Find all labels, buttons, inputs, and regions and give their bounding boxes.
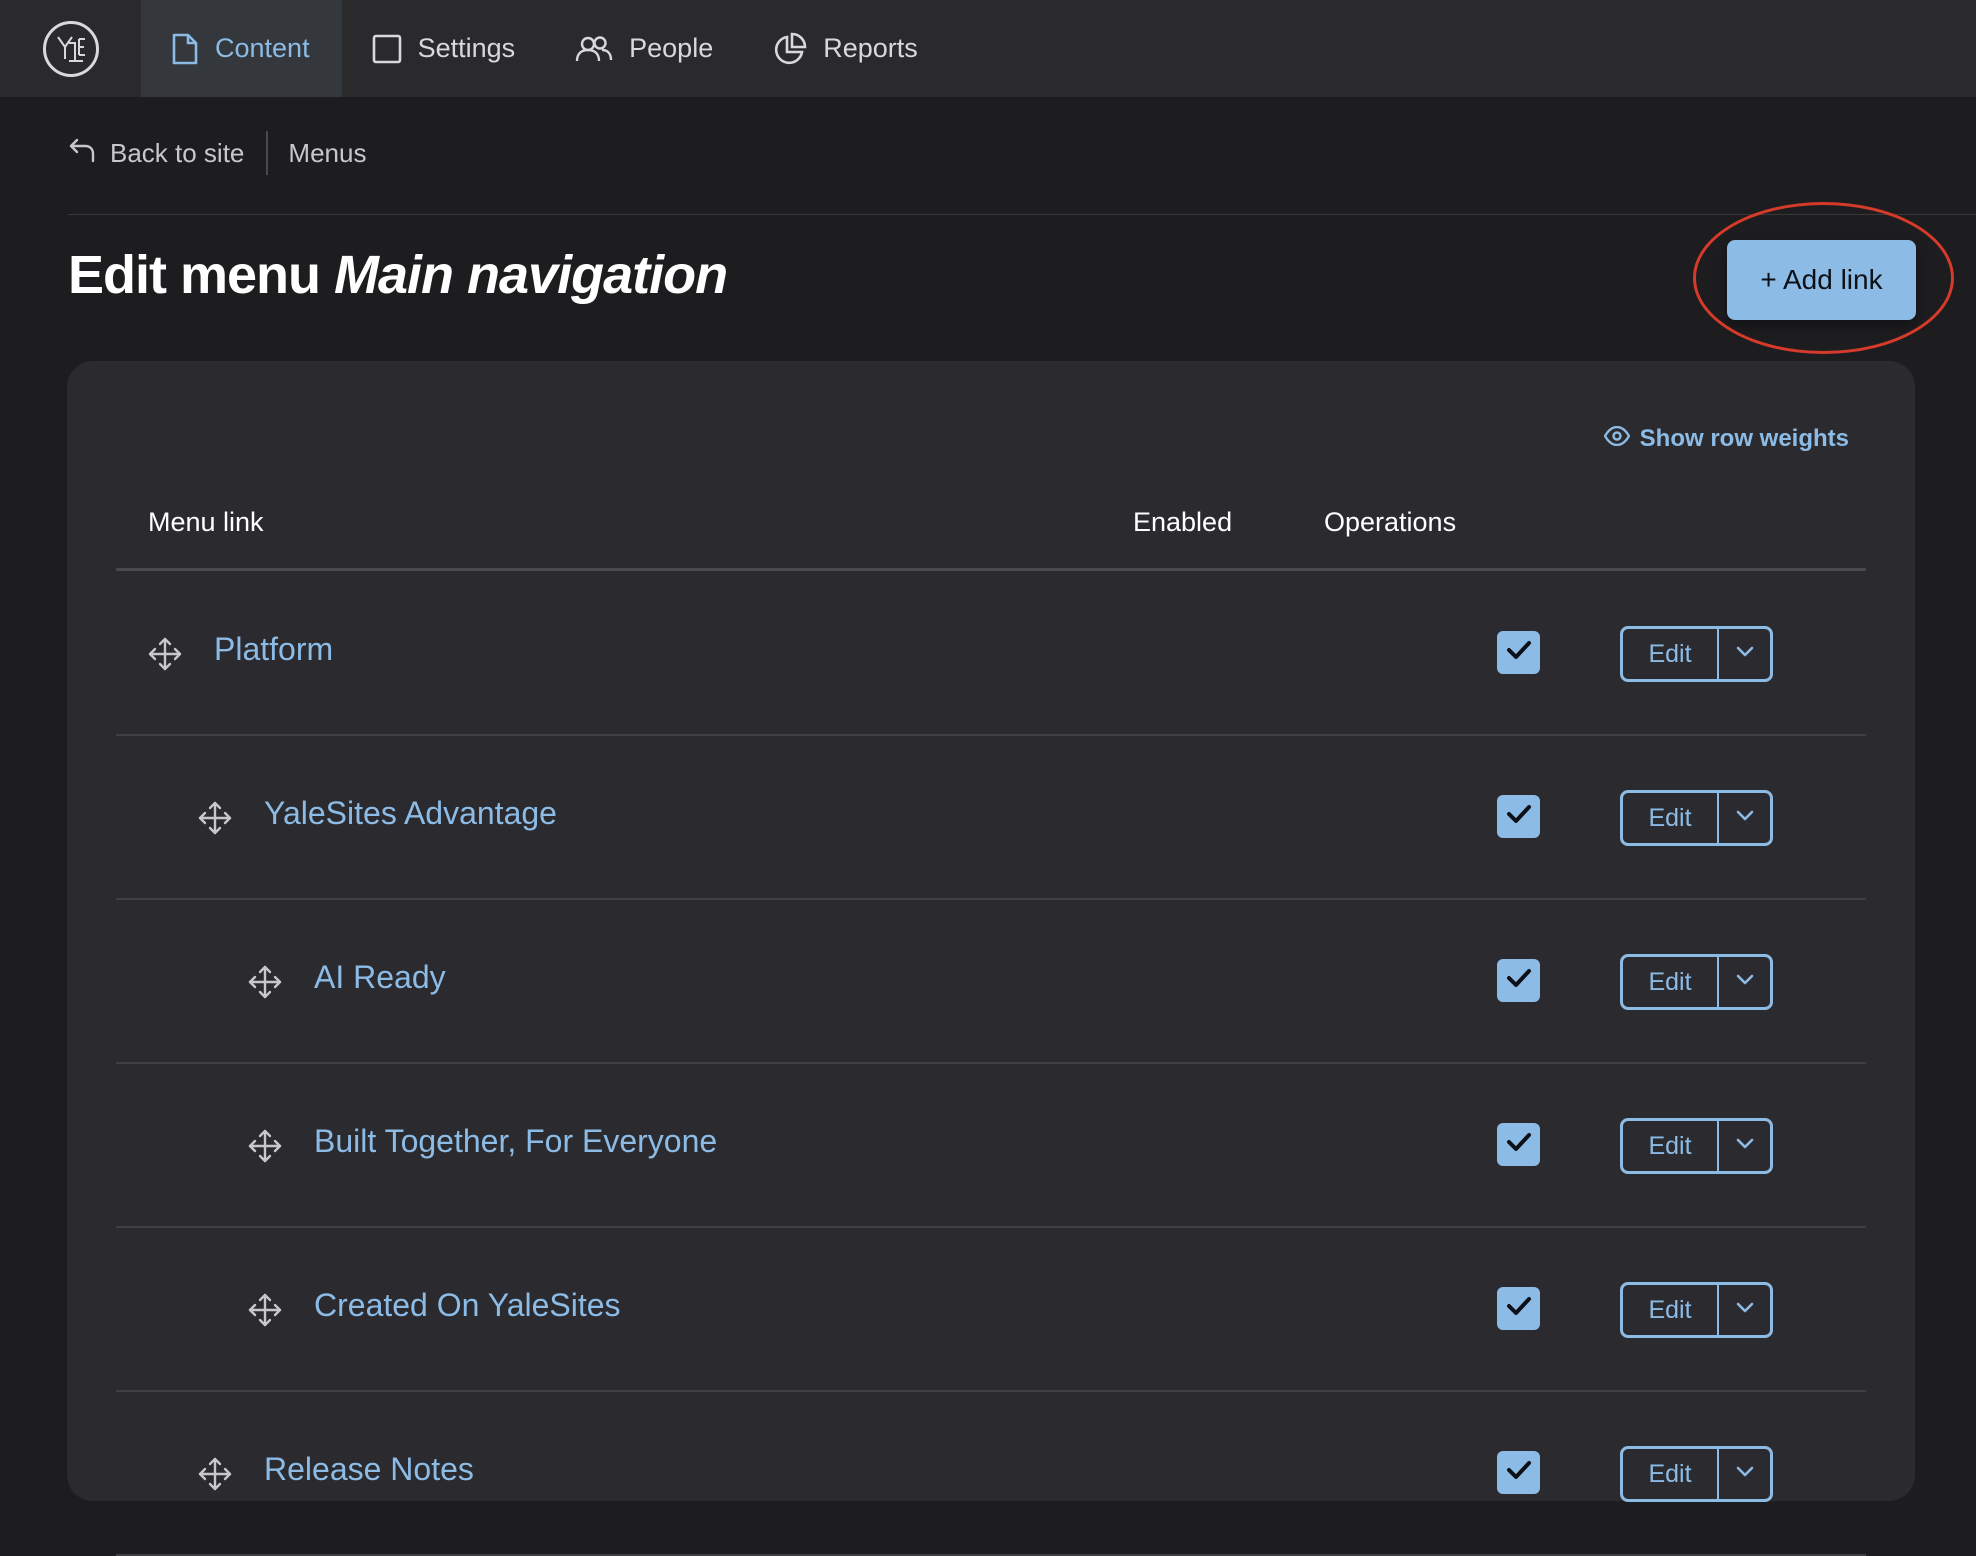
tab-label: Settings	[417, 33, 516, 63]
table-row: AI Ready Edit	[116, 900, 1866, 1064]
tab-label: Reports	[823, 33, 918, 63]
back-to-site-label: Back to site	[110, 137, 245, 168]
table-row: Built Together, For Everyone Edit	[116, 1064, 1866, 1228]
column-header-operations: Operations	[1324, 507, 1457, 537]
enabled-checkbox[interactable]	[1497, 1123, 1540, 1166]
table-header: Menu link Enabled Operations	[116, 451, 1866, 571]
table-row: Created On YaleSites Edit	[116, 1228, 1866, 1392]
chevron-down-icon	[1735, 1137, 1755, 1155]
drag-handle-icon[interactable]	[247, 1292, 283, 1328]
checkmark-icon	[1505, 1458, 1533, 1487]
tab-reports[interactable]: Reports	[743, 0, 948, 97]
top-toolbar: Content Settings People Reports	[0, 0, 1976, 97]
column-header-enabled: Enabled	[1133, 507, 1233, 537]
chevron-down-icon	[1735, 809, 1755, 827]
back-arrow-icon	[68, 137, 96, 170]
tab-people[interactable]: People	[545, 0, 743, 97]
checkmark-icon	[1505, 966, 1533, 995]
enabled-checkbox[interactable]	[1497, 1287, 1540, 1330]
operations-dropbutton: Edit	[1620, 790, 1773, 846]
breadcrumb-separator	[266, 131, 269, 175]
tab-content[interactable]: Content	[141, 0, 342, 97]
enabled-checkbox[interactable]	[1497, 959, 1540, 1002]
operations-dropbutton: Edit	[1620, 1446, 1773, 1502]
menu-link[interactable]: YaleSites Advantage	[264, 795, 557, 832]
operations-toggle[interactable]	[1719, 957, 1770, 1007]
drag-handle-icon[interactable]	[247, 964, 283, 1000]
document-icon	[171, 32, 199, 66]
square-icon	[372, 34, 402, 64]
table-row: Release Notes Edit	[116, 1392, 1866, 1556]
operations-dropbutton: Edit	[1620, 1282, 1773, 1338]
edit-button[interactable]: Edit	[1623, 1121, 1719, 1171]
back-to-site-link[interactable]: Back to site	[68, 137, 244, 170]
operations-toggle[interactable]	[1719, 1285, 1770, 1335]
chevron-down-icon	[1735, 973, 1755, 991]
column-header-menu-link: Menu link	[148, 507, 264, 537]
table-row: Platform Edit	[116, 572, 1866, 736]
site-logo[interactable]	[0, 0, 141, 97]
chevron-down-icon	[1735, 1301, 1755, 1319]
people-icon	[575, 35, 613, 63]
tab-label: Content	[215, 33, 310, 63]
operations-toggle[interactable]	[1719, 1121, 1770, 1171]
operations-dropbutton: Edit	[1620, 1118, 1773, 1174]
add-link-button[interactable]: + Add link	[1727, 240, 1916, 320]
eye-icon	[1603, 425, 1631, 453]
page-title-prefix: Edit menu	[68, 245, 321, 305]
edit-button[interactable]: Edit	[1623, 957, 1719, 1007]
checkmark-icon	[1505, 1294, 1533, 1323]
table-body: Platform Edit YaleSites Advantage Edit AI Re…	[116, 572, 1866, 1556]
checkmark-icon	[1505, 638, 1533, 667]
edit-button[interactable]: Edit	[1623, 793, 1719, 843]
breadcrumb: Back to site Menus	[68, 130, 366, 176]
enabled-checkbox[interactable]	[1497, 631, 1540, 674]
enabled-checkbox[interactable]	[1497, 795, 1540, 838]
drag-handle-icon[interactable]	[247, 1128, 283, 1164]
page-title: Edit menu Main navigation	[68, 244, 728, 306]
breadcrumb-current: Menus	[288, 137, 367, 168]
menu-link[interactable]: Built Together, For Everyone	[314, 1123, 717, 1160]
operations-toggle[interactable]	[1719, 629, 1770, 679]
edit-button[interactable]: Edit	[1623, 1285, 1719, 1335]
menu-link[interactable]: AI Ready	[314, 959, 446, 996]
operations-toggle[interactable]	[1719, 793, 1770, 843]
header-divider	[68, 214, 1976, 215]
enabled-checkbox[interactable]	[1497, 1451, 1540, 1494]
show-row-weights-label: Show row weights	[1639, 425, 1849, 452]
checkmark-icon	[1505, 1130, 1533, 1159]
tab-settings[interactable]: Settings	[342, 0, 546, 97]
drag-handle-icon[interactable]	[147, 636, 183, 672]
pie-chart-icon	[773, 32, 807, 66]
edit-button[interactable]: Edit	[1623, 1449, 1719, 1499]
chevron-down-icon	[1735, 645, 1755, 663]
menu-link[interactable]: Platform	[214, 631, 333, 668]
page-title-menu-name: Main navigation	[334, 245, 728, 305]
chevron-down-icon	[1735, 1465, 1755, 1483]
operations-dropbutton: Edit	[1620, 626, 1773, 682]
menu-table-card: Show row weights Menu link Enabled Opera…	[67, 361, 1915, 1556]
checkmark-icon	[1505, 802, 1533, 831]
menu-link[interactable]: Release Notes	[264, 1451, 474, 1488]
table-row: YaleSites Advantage Edit	[116, 736, 1866, 900]
yale-logo-icon	[42, 20, 99, 77]
drag-handle-icon[interactable]	[197, 1456, 233, 1492]
operations-dropbutton: Edit	[1620, 954, 1773, 1010]
drag-handle-icon[interactable]	[197, 800, 233, 836]
operations-toggle[interactable]	[1719, 1449, 1770, 1499]
show-row-weights-toggle[interactable]: Show row weights	[1603, 425, 1849, 453]
edit-button[interactable]: Edit	[1623, 629, 1719, 679]
menu-link[interactable]: Created On YaleSites	[314, 1287, 621, 1324]
tab-label: People	[629, 33, 714, 63]
